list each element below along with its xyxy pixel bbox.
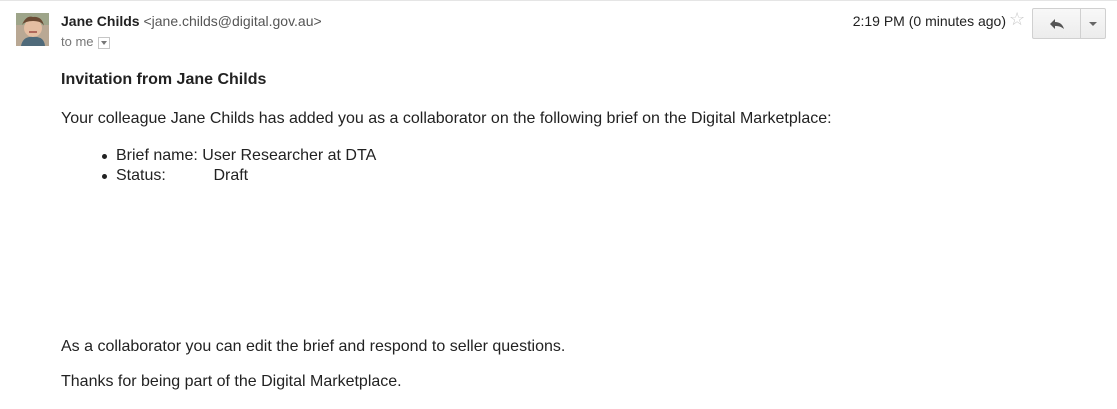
brief-name-value: User Researcher at DTA xyxy=(202,147,377,164)
sender-name[interactable]: Jane Childs xyxy=(61,13,140,29)
avatar-photo-icon xyxy=(16,13,49,46)
more-options-button[interactable] xyxy=(1081,9,1105,38)
sender: Jane Childs <jane.childs@digital.gov.au> xyxy=(61,13,322,29)
reply-icon xyxy=(1049,18,1064,29)
show-details-icon[interactable] xyxy=(97,36,110,49)
header-divider xyxy=(0,0,1117,1)
brief-name-label: Brief name: xyxy=(116,147,198,164)
recipient-label: to me xyxy=(61,34,94,49)
message-intro: Your colleague Jane Childs has added you… xyxy=(61,110,832,127)
reply-button[interactable] xyxy=(1033,9,1081,38)
brief-details-list: Brief name: User Researcher at DTA Statu… xyxy=(98,146,376,186)
thanks-paragraph: Thanks for being part of the Digital Mar… xyxy=(61,373,402,390)
star-icon[interactable]: ☆ xyxy=(1009,10,1025,28)
sender-email: <jane.childs@digital.gov.au> xyxy=(143,13,322,29)
chevron-down-icon xyxy=(1089,21,1097,26)
message-subject: Invitation from Jane Childs xyxy=(61,71,267,88)
recipient-line: to me xyxy=(61,34,110,49)
collaborator-paragraph: As a collaborator you can edit the brief… xyxy=(61,338,566,355)
status-label: Status: xyxy=(116,167,166,184)
avatar[interactable] xyxy=(16,13,49,46)
timestamp: 2:19 PM (0 minutes ago) xyxy=(852,13,1006,29)
reply-button-group xyxy=(1032,8,1106,39)
list-item: Status: Draft xyxy=(98,166,376,186)
list-item: Brief name: User Researcher at DTA xyxy=(98,146,376,166)
status-value: Draft xyxy=(213,167,249,184)
